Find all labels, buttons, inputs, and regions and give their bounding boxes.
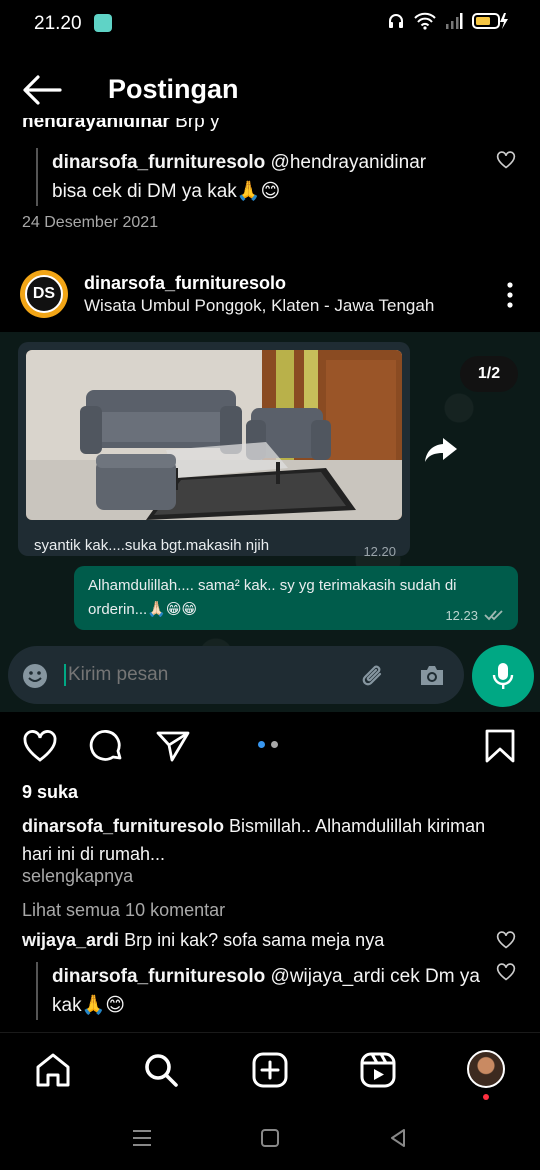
- comment-like-icon[interactable]: [496, 150, 516, 170]
- comment-icon[interactable]: [89, 728, 125, 764]
- cut-comment: hendrayanidinar Brp y: [22, 118, 522, 136]
- notification-dot: [483, 1094, 489, 1100]
- comment-username[interactable]: hendrayanidinar: [22, 118, 170, 132]
- post-location[interactable]: Wisata Umbul Ponggok, Klaten - Jawa Teng…: [84, 296, 434, 316]
- battery-icon: [472, 13, 508, 29]
- reply-mention[interactable]: @hendrayanidinar: [271, 152, 427, 173]
- message-compose-bar: [8, 646, 464, 704]
- notification-app-icon: [94, 14, 112, 32]
- status-bar: 21.20: [0, 0, 540, 48]
- create-icon[interactable]: [251, 1051, 289, 1089]
- reply-text: dinarsofa_furnituresolo @hendrayanidinar…: [52, 148, 492, 206]
- reply-comment: dinarsofa_furnituresolo @hendrayanidinar…: [36, 148, 492, 206]
- status-icons: [387, 12, 510, 30]
- system-nav-bar: [0, 1108, 540, 1170]
- post-header: DS dinarsofa_furnituresolo Wisata Umbul …: [0, 262, 540, 328]
- carousel-indicator: [258, 741, 278, 748]
- sofa-photo-illustration: [26, 350, 402, 520]
- reels-icon[interactable]: [359, 1051, 397, 1089]
- home-icon[interactable]: [34, 1051, 72, 1089]
- bookmark-icon[interactable]: [482, 728, 518, 764]
- comment-like-icon[interactable]: [496, 930, 516, 950]
- share-icon[interactable]: [155, 728, 191, 764]
- caption-username[interactable]: dinarsofa_furnituresolo: [22, 816, 224, 836]
- recent-apps-icon[interactable]: [130, 1126, 154, 1150]
- back-arrow-icon[interactable]: [20, 72, 64, 108]
- likes-count[interactable]: 9 suka: [22, 782, 78, 803]
- status-time: 21.20: [34, 13, 82, 34]
- page-title: Postingan: [108, 74, 239, 104]
- avatar[interactable]: DS: [20, 270, 68, 318]
- reply-username[interactable]: dinarsofa_furnituresolo: [52, 152, 265, 173]
- home-button-icon[interactable]: [258, 1126, 282, 1150]
- post-username[interactable]: dinarsofa_furnituresolo: [84, 273, 286, 294]
- comment-text: Brp ini kak? sofa sama meja nya: [124, 930, 385, 950]
- attach-icon: [362, 665, 382, 686]
- headphones-icon: [389, 14, 403, 28]
- incoming-caption: syantik kak....suka bgt.makasih njih: [34, 537, 270, 554]
- incoming-time: 12.20: [363, 544, 396, 559]
- reply-body: bisa cek di DM ya kak🙏😊: [52, 181, 281, 202]
- signal-icon: [446, 13, 463, 29]
- wifi-icon: [414, 12, 436, 30]
- back-button-icon[interactable]: [386, 1126, 410, 1150]
- carousel-dot-active: [258, 741, 265, 748]
- profile-icon[interactable]: [467, 1050, 505, 1088]
- comment: wijaya_ardi Brp ini kak? sofa sama meja …: [22, 930, 384, 951]
- avatar-text: DS: [25, 275, 63, 313]
- image-counter: 1/2: [460, 356, 518, 392]
- reply-mention[interactable]: @wijaya_ardi: [271, 966, 385, 987]
- camera-icon: [421, 666, 443, 685]
- search-icon[interactable]: [142, 1051, 180, 1089]
- more-link[interactable]: selengkapnya: [22, 866, 133, 887]
- emoji-icon: [23, 664, 47, 688]
- post-date: 24 Desember 2021: [22, 214, 159, 231]
- reply-comment: dinarsofa_furnituresolo @wijaya_ardi cek…: [36, 962, 492, 1020]
- reply-username[interactable]: dinarsofa_furnituresolo: [52, 966, 265, 987]
- view-comments-link[interactable]: Lihat semua 10 komentar: [22, 900, 225, 921]
- more-options-icon[interactable]: [502, 280, 518, 310]
- carousel-dot: [271, 741, 278, 748]
- outgoing-message: Alhamdulillah.... sama² kak.. sy yg teri…: [74, 566, 518, 630]
- post-actions: [0, 726, 540, 766]
- comment-like-icon[interactable]: [496, 962, 516, 982]
- incoming-message: syantik kak....suka bgt.makasih njih 12.…: [18, 342, 410, 559]
- reply-text: dinarsofa_furnituresolo @wijaya_ardi cek…: [52, 962, 492, 1020]
- post-caption: dinarsofa_furnituresolo Bismillah.. Alha…: [22, 812, 492, 868]
- comment-username[interactable]: wijaya_ardi: [22, 930, 119, 950]
- bottom-nav: [0, 1032, 540, 1108]
- mic-icon: [492, 663, 514, 689]
- forward-icon: [425, 438, 457, 462]
- sofa-photo: [26, 350, 402, 520]
- outgoing-time: 12.23: [445, 608, 478, 623]
- post-image[interactable]: syantik kak....suka bgt.makasih njih 12.…: [0, 332, 540, 712]
- comment-text: Brp y: [175, 118, 220, 132]
- heart-icon[interactable]: [22, 728, 58, 764]
- read-ticks-icon: [484, 610, 503, 621]
- header: Postingan: [0, 60, 540, 122]
- mic-button: [472, 645, 534, 707]
- message-input: [64, 664, 344, 686]
